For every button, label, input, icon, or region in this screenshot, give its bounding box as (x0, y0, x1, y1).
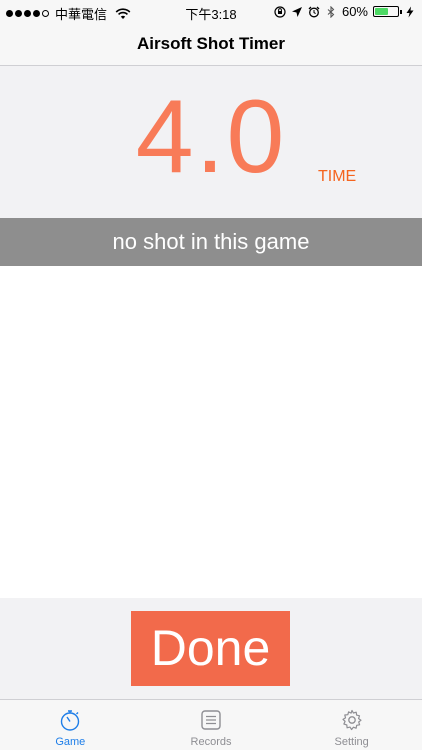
done-button[interactable]: Done (131, 611, 290, 686)
alarm-icon (308, 6, 320, 17)
shot-list[interactable] (0, 266, 422, 598)
timer-value: 4.0 (135, 79, 287, 195)
gear-icon (342, 709, 362, 731)
charging-bolt-icon (406, 6, 414, 17)
rotation-lock-icon (274, 5, 286, 18)
battery-icon (373, 6, 402, 17)
tab-setting[interactable]: Setting (281, 700, 422, 750)
tab-label: Setting (334, 736, 369, 748)
timer-panel: 4.0 TIME (0, 66, 422, 218)
list-icon (201, 710, 221, 730)
location-arrow-icon (291, 6, 302, 17)
done-area: Done (0, 598, 422, 699)
navigation-bar: Airsoft Shot Timer (0, 24, 422, 66)
shot-status-banner: no shot in this game (0, 218, 422, 266)
page-title: Airsoft Shot Timer (137, 34, 285, 53)
timer-unit-label: TIME (318, 168, 357, 185)
battery-percent: 60% (341, 4, 368, 19)
status-bar: 中華電信 下午3:18 60% (0, 0, 422, 24)
tab-label: Game (55, 736, 86, 748)
tab-label: Records (190, 736, 232, 748)
tab-game[interactable]: Game (0, 700, 141, 750)
tab-bar: Game Records Setting (0, 699, 422, 750)
stopwatch-icon (61, 710, 80, 731)
shot-status-message: no shot in this game (112, 229, 310, 254)
bluetooth-icon (327, 5, 335, 18)
tab-records[interactable]: Records (141, 700, 282, 750)
status-right: 60% (274, 4, 416, 19)
battery-level (375, 8, 389, 15)
